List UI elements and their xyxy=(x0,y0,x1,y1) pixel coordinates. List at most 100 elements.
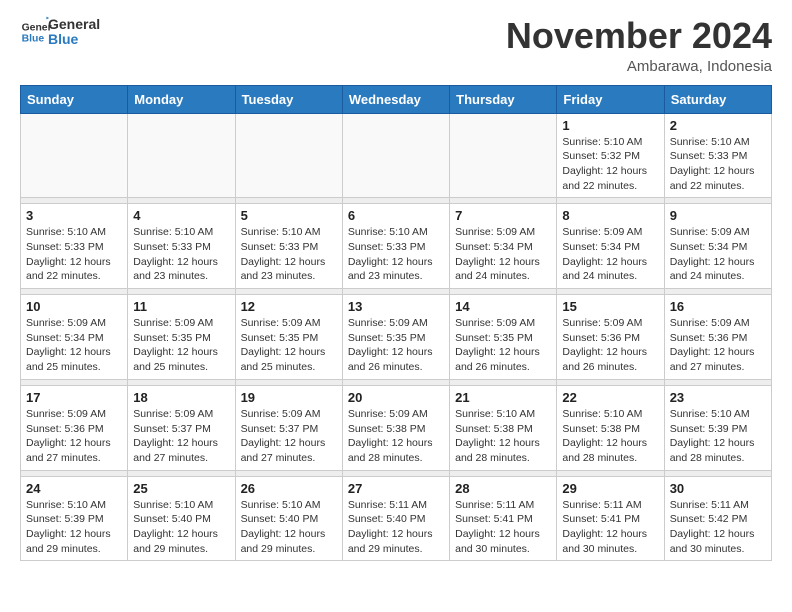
day-number: 12 xyxy=(241,299,337,314)
day-number: 17 xyxy=(26,390,122,405)
day-info: Sunrise: 5:11 AMSunset: 5:42 PMDaylight:… xyxy=(670,498,766,557)
day-number: 10 xyxy=(26,299,122,314)
day-info: Sunrise: 5:09 AMSunset: 5:36 PMDaylight:… xyxy=(670,316,766,375)
day-number: 6 xyxy=(348,208,444,223)
title-block: November 2024 Ambarawa, Indonesia xyxy=(506,16,772,75)
svg-text:Blue: Blue xyxy=(22,34,45,45)
day-info: Sunrise: 5:10 AMSunset: 5:38 PMDaylight:… xyxy=(562,407,658,466)
calendar-day: 26 Sunrise: 5:10 AMSunset: 5:40 PMDayligh… xyxy=(235,476,342,561)
calendar-day: 29Sunrise: 5:11 AMSunset: 5:41 PMDayligh… xyxy=(557,476,664,561)
calendar-day: 27Sunrise: 5:11 AMSunset: 5:40 PMDayligh… xyxy=(342,476,449,561)
calendar-week-1: 1 Sunrise: 5:10 AMSunset: 5:32 PMDaylight… xyxy=(21,113,772,198)
day-info: Sunrise: 5:09 AMSunset: 5:37 PMDaylight:… xyxy=(241,407,337,466)
day-number: 23 xyxy=(670,390,766,405)
header-sunday: Sunday xyxy=(21,85,128,113)
calendar-day: 4Sunrise: 5:10 AMSunset: 5:33 PMDaylight… xyxy=(128,204,235,289)
day-info: Sunrise: 5:09 AMSunset: 5:35 PMDaylight:… xyxy=(348,316,444,375)
day-info: Sunrise: 5:10 AMSunset: 5:38 PMDaylight:… xyxy=(455,407,551,466)
calendar-day: 12 Sunrise: 5:09 AMSunset: 5:35 PMDayligh… xyxy=(235,295,342,380)
day-number: 21 xyxy=(455,390,551,405)
day-number: 30 xyxy=(670,481,766,496)
calendar-day: 25 Sunrise: 5:10 AMSunset: 5:40 PMDayligh… xyxy=(128,476,235,561)
day-info: Sunrise: 5:11 AMSunset: 5:41 PMDaylight:… xyxy=(455,498,551,557)
calendar-day: 5Sunrise: 5:10 AMSunset: 5:33 PMDaylight… xyxy=(235,204,342,289)
day-info: Sunrise: 5:10 AMSunset: 5:33 PMDaylight:… xyxy=(26,225,122,284)
header-saturday: Saturday xyxy=(664,85,771,113)
day-number: 16 xyxy=(670,299,766,314)
calendar-day xyxy=(235,113,342,198)
calendar-day: 10 Sunrise: 5:09 AMSunset: 5:34 PMDayligh… xyxy=(21,295,128,380)
day-number: 20 xyxy=(348,390,444,405)
calendar-day: 1 Sunrise: 5:10 AMSunset: 5:32 PMDaylight… xyxy=(557,113,664,198)
day-number: 13 xyxy=(348,299,444,314)
day-number: 8 xyxy=(562,208,658,223)
calendar-day: 6 Sunrise: 5:10 AMSunset: 5:33 PMDaylight… xyxy=(342,204,449,289)
calendar-day: 21 Sunrise: 5:10 AMSunset: 5:38 PMDayligh… xyxy=(450,385,557,470)
calendar-day: 11 Sunrise: 5:09 AMSunset: 5:35 PMDayligh… xyxy=(128,295,235,380)
day-number: 7 xyxy=(455,208,551,223)
header-thursday: Thursday xyxy=(450,85,557,113)
day-info: Sunrise: 5:09 AMSunset: 5:38 PMDaylight:… xyxy=(348,407,444,466)
calendar-day: 19Sunrise: 5:09 AMSunset: 5:37 PMDayligh… xyxy=(235,385,342,470)
logo-line1: General xyxy=(48,17,100,32)
logo: General Blue General Blue xyxy=(20,16,100,48)
calendar-day: 28 Sunrise: 5:11 AMSunset: 5:41 PMDayligh… xyxy=(450,476,557,561)
logo-line2: Blue xyxy=(48,32,100,47)
calendar-day xyxy=(342,113,449,198)
page: General Blue General Blue November 2024 … xyxy=(0,0,792,577)
calendar-week-5: 24Sunrise: 5:10 AMSunset: 5:39 PMDayligh… xyxy=(21,476,772,561)
day-number: 9 xyxy=(670,208,766,223)
calendar-day xyxy=(128,113,235,198)
calendar-day xyxy=(21,113,128,198)
day-info: Sunrise: 5:10 AMSunset: 5:39 PMDaylight:… xyxy=(670,407,766,466)
header-wednesday: Wednesday xyxy=(342,85,449,113)
day-number: 14 xyxy=(455,299,551,314)
day-info: Sunrise: 5:09 AMSunset: 5:35 PMDaylight:… xyxy=(455,316,551,375)
day-number: 1 xyxy=(562,118,658,133)
day-info: Sunrise: 5:10 AMSunset: 5:33 PMDaylight:… xyxy=(348,225,444,284)
calendar-day: 2Sunrise: 5:10 AMSunset: 5:33 PMDaylight… xyxy=(664,113,771,198)
day-info: Sunrise: 5:09 AMSunset: 5:34 PMDaylight:… xyxy=(670,225,766,284)
calendar-day: 30 Sunrise: 5:11 AMSunset: 5:42 PMDayligh… xyxy=(664,476,771,561)
calendar-day: 20 Sunrise: 5:09 AMSunset: 5:38 PMDayligh… xyxy=(342,385,449,470)
day-info: Sunrise: 5:09 AMSunset: 5:37 PMDaylight:… xyxy=(133,407,229,466)
day-number: 11 xyxy=(133,299,229,314)
day-info: Sunrise: 5:10 AMSunset: 5:40 PMDaylight:… xyxy=(241,498,337,557)
calendar-day xyxy=(450,113,557,198)
day-info: Sunrise: 5:09 AMSunset: 5:34 PMDaylight:… xyxy=(455,225,551,284)
day-info: Sunrise: 5:09 AMSunset: 5:34 PMDaylight:… xyxy=(26,316,122,375)
day-number: 24 xyxy=(26,481,122,496)
day-number: 29 xyxy=(562,481,658,496)
day-info: Sunrise: 5:09 AMSunset: 5:36 PMDaylight:… xyxy=(562,316,658,375)
header-friday: Friday xyxy=(557,85,664,113)
day-info: Sunrise: 5:10 AMSunset: 5:32 PMDaylight:… xyxy=(562,135,658,194)
calendar-week-3: 10 Sunrise: 5:09 AMSunset: 5:34 PMDayligh… xyxy=(21,295,772,380)
calendar-day: 16 Sunrise: 5:09 AMSunset: 5:36 PMDayligh… xyxy=(664,295,771,380)
day-number: 15 xyxy=(562,299,658,314)
day-info: Sunrise: 5:09 AMSunset: 5:35 PMDaylight:… xyxy=(241,316,337,375)
calendar-week-2: 3 Sunrise: 5:10 AMSunset: 5:33 PMDaylight… xyxy=(21,204,772,289)
day-number: 3 xyxy=(26,208,122,223)
month-title: November 2024 xyxy=(506,16,772,56)
calendar-day: 3 Sunrise: 5:10 AMSunset: 5:33 PMDaylight… xyxy=(21,204,128,289)
calendar-day: 13 Sunrise: 5:09 AMSunset: 5:35 PMDayligh… xyxy=(342,295,449,380)
day-info: Sunrise: 5:10 AMSunset: 5:33 PMDaylight:… xyxy=(670,135,766,194)
calendar-day: 7 Sunrise: 5:09 AMSunset: 5:34 PMDaylight… xyxy=(450,204,557,289)
day-number: 28 xyxy=(455,481,551,496)
day-info: Sunrise: 5:09 AMSunset: 5:35 PMDaylight:… xyxy=(133,316,229,375)
calendar-week-4: 17Sunrise: 5:09 AMSunset: 5:36 PMDayligh… xyxy=(21,385,772,470)
location-subtitle: Ambarawa, Indonesia xyxy=(506,58,772,75)
calendar-day: 9 Sunrise: 5:09 AMSunset: 5:34 PMDaylight… xyxy=(664,204,771,289)
header-monday: Monday xyxy=(128,85,235,113)
calendar-day: 23 Sunrise: 5:10 AMSunset: 5:39 PMDayligh… xyxy=(664,385,771,470)
day-info: Sunrise: 5:09 AMSunset: 5:34 PMDaylight:… xyxy=(562,225,658,284)
calendar-day: 15 Sunrise: 5:09 AMSunset: 5:36 PMDayligh… xyxy=(557,295,664,380)
day-info: Sunrise: 5:11 AMSunset: 5:40 PMDaylight:… xyxy=(348,498,444,557)
day-info: Sunrise: 5:10 AMSunset: 5:33 PMDaylight:… xyxy=(133,225,229,284)
day-number: 5 xyxy=(241,208,337,223)
day-number: 25 xyxy=(133,481,229,496)
calendar-day: 8 Sunrise: 5:09 AMSunset: 5:34 PMDaylight… xyxy=(557,204,664,289)
day-number: 26 xyxy=(241,481,337,496)
day-number: 22 xyxy=(562,390,658,405)
day-info: Sunrise: 5:10 AMSunset: 5:40 PMDaylight:… xyxy=(133,498,229,557)
